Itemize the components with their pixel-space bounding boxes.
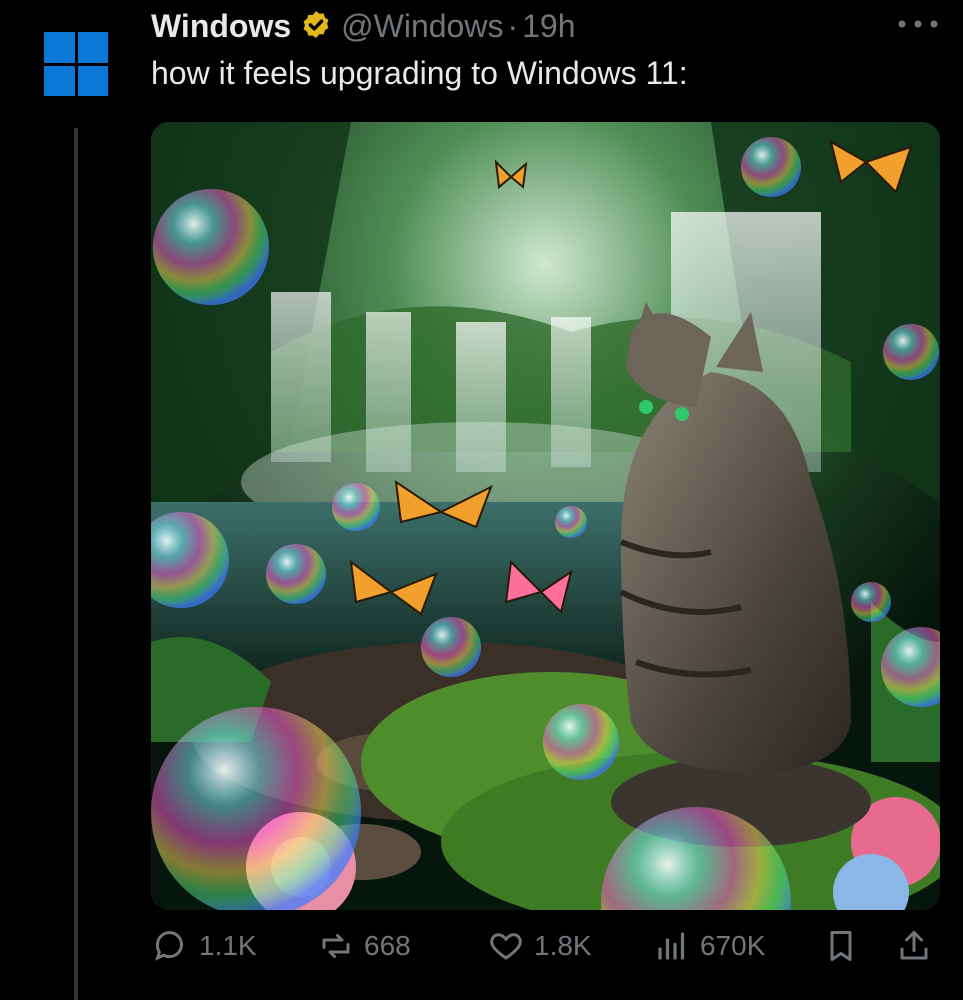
repost-count: 668 <box>364 930 411 961</box>
share-button[interactable] <box>896 928 932 964</box>
logo-square-tl <box>44 32 75 63</box>
heart-icon <box>490 933 522 960</box>
post-header: Windows @Windows · 19h <box>151 6 575 46</box>
logo-square-br <box>77 65 108 96</box>
post-text: how it feels upgrading to Windows 11: <box>151 55 688 91</box>
author-name[interactable]: Windows <box>151 8 291 45</box>
repost-icon <box>322 934 350 958</box>
avatar-windows-logo-icon[interactable] <box>44 32 108 96</box>
views-button[interactable]: 670K <box>654 928 765 964</box>
like-count: 1.8K <box>534 930 592 961</box>
repost-button[interactable]: 668 <box>318 928 411 964</box>
like-button[interactable]: 1.8K <box>488 928 592 964</box>
post-actions: 1.1K 668 1.8K 670K <box>0 928 963 974</box>
bookmark-icon <box>830 931 852 961</box>
reply-button[interactable]: 1.1K <box>153 928 257 964</box>
thread-line <box>74 128 78 1000</box>
bookmark-button[interactable] <box>823 928 859 964</box>
post-image[interactable] <box>151 122 940 910</box>
cat-fantasy-illustration <box>151 122 940 910</box>
verified-badge-icon[interactable] <box>299 9 333 43</box>
reply-count: 1.1K <box>199 930 257 961</box>
post-time[interactable]: 19h <box>522 8 575 45</box>
reply-icon <box>155 931 183 961</box>
logo-square-tr <box>77 32 108 63</box>
more-horizontal-icon[interactable] <box>893 12 943 36</box>
logo-square-bl <box>44 65 75 96</box>
separator-dot: · <box>507 7 519 44</box>
views-count: 670K <box>700 930 766 961</box>
views-icon <box>658 932 685 960</box>
share-icon <box>900 931 928 960</box>
author-handle[interactable]: @Windows <box>341 8 503 45</box>
